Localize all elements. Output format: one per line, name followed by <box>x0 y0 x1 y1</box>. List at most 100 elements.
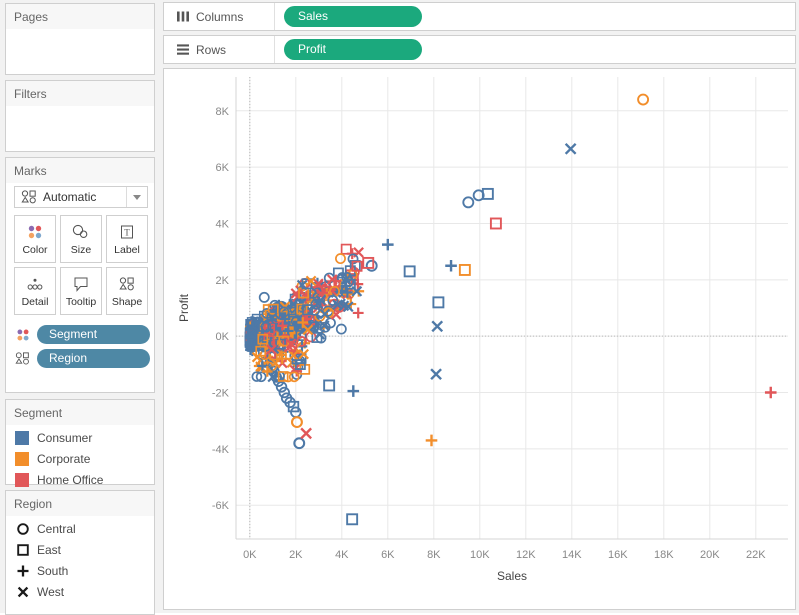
pages-card[interactable]: Pages <box>5 3 155 75</box>
shape-button[interactable]: Shape <box>106 267 148 315</box>
legend-item-home-office[interactable]: Home Office <box>15 469 154 490</box>
segment-legend-card: Segment Consumer Corporate Home Office <box>5 399 155 485</box>
detail-button[interactable]: Detail <box>14 267 56 315</box>
scatter-mark[interactable] <box>348 385 360 397</box>
shelf-divider <box>274 3 275 30</box>
scatter-plot[interactable]: 8K6K4K2K0K-2K-4K-6K0K2K4K6K8K10K12K14K16… <box>164 69 795 609</box>
size-button-label: Size <box>71 245 91 256</box>
svg-text:4K: 4K <box>335 549 349 561</box>
legend-item-label: Corporate <box>37 452 90 466</box>
marks-card-title: Marks <box>6 158 154 183</box>
scatter-mark[interactable] <box>342 245 351 254</box>
svg-text:18K: 18K <box>654 549 674 561</box>
pill-sales[interactable]: Sales <box>284 6 422 27</box>
shape-icon <box>14 350 32 368</box>
legend-item-south[interactable]: South <box>15 560 154 581</box>
svg-text:Profit: Profit <box>177 293 191 322</box>
color-icon <box>14 326 32 344</box>
svg-text:Sales: Sales <box>497 569 527 583</box>
svg-text:14K: 14K <box>562 549 582 561</box>
scatter-mark[interactable] <box>260 293 269 302</box>
chevron-down-icon[interactable] <box>126 187 147 207</box>
pill-profit[interactable]: Profit <box>284 39 422 60</box>
chart-viewport[interactable]: 8K6K4K2K0K-2K-4K-6K0K2K4K6K8K10K12K14K16… <box>163 68 796 610</box>
scatter-mark[interactable] <box>405 266 415 276</box>
scatter-mark[interactable] <box>290 372 299 381</box>
scatter-mark[interactable] <box>347 514 357 524</box>
size-button[interactable]: Size <box>60 215 102 263</box>
svg-text:0K: 0K <box>216 331 230 343</box>
scatter-mark[interactable] <box>566 144 576 154</box>
legend-item-consumer[interactable]: Consumer <box>15 427 154 448</box>
region-legend-card: Region Central East <box>5 490 155 615</box>
marks-pill-region-label[interactable]: Region <box>37 349 150 368</box>
mark-type-label: Automatic <box>39 190 126 204</box>
legend-item-label: South <box>37 564 68 578</box>
shape-icon <box>119 274 136 294</box>
columns-shelf-label: Columns <box>196 10 274 24</box>
marks-buttons: Color Size <box>14 215 148 319</box>
svg-text:4K: 4K <box>216 218 230 230</box>
tableau-worksheet: Pages Filters Marks Automatic <box>0 0 799 613</box>
marks-card: Marks Automatic <box>5 157 155 393</box>
scatter-mark[interactable] <box>765 387 777 399</box>
filters-card[interactable]: Filters <box>5 80 155 152</box>
region-legend-title: Region <box>6 491 154 516</box>
segment-legend-title: Segment <box>6 400 154 425</box>
scatter-mark[interactable] <box>431 369 441 379</box>
svg-text:-4K: -4K <box>212 444 230 456</box>
label-button-label: Label <box>114 245 140 256</box>
marks-pill-segment-label[interactable]: Segment <box>37 325 150 344</box>
square-shape-icon <box>15 542 31 558</box>
marks-pill-segment[interactable]: Segment <box>14 325 150 344</box>
marks-pill-region[interactable]: Region <box>14 349 150 368</box>
circle-shape-icon <box>15 521 31 537</box>
scatter-mark[interactable] <box>336 254 345 263</box>
rows-shelf[interactable]: Rows Profit <box>163 35 796 64</box>
svg-text:12K: 12K <box>516 549 536 561</box>
scatter-mark[interactable] <box>382 239 394 251</box>
rows-icon <box>170 43 196 56</box>
scatter-mark[interactable] <box>460 265 470 275</box>
svg-text:T: T <box>124 228 130 238</box>
scatter-mark[interactable] <box>463 197 473 207</box>
legend-item-label: Home Office <box>37 473 103 487</box>
scatter-mark[interactable] <box>353 308 364 319</box>
legend-item-west[interactable]: West <box>15 581 154 602</box>
svg-text:6K: 6K <box>216 162 230 174</box>
columns-shelf[interactable]: Columns Sales <box>163 2 796 31</box>
legend-item-corporate[interactable]: Corporate <box>15 448 154 469</box>
legend-item-central[interactable]: Central <box>15 518 154 539</box>
scatter-mark[interactable] <box>367 261 377 271</box>
marks-pill-list: Segment Region <box>14 325 150 373</box>
scatter-mark[interactable] <box>638 95 648 105</box>
scatter-mark[interactable] <box>292 417 302 427</box>
legend-item-east[interactable]: East <box>15 539 154 560</box>
scatter-mark[interactable] <box>324 380 334 390</box>
scatter-mark[interactable] <box>301 428 311 438</box>
tooltip-icon <box>72 274 90 294</box>
color-button[interactable]: Color <box>14 215 56 263</box>
color-swatch <box>15 431 29 445</box>
label-icon: T <box>118 222 136 242</box>
svg-text:2K: 2K <box>216 275 230 287</box>
scatter-mark[interactable] <box>445 260 457 272</box>
label-button[interactable]: T Label <box>106 215 148 263</box>
region-legend-items: Central East South <box>6 516 154 602</box>
svg-text:22K: 22K <box>746 549 766 561</box>
size-icon <box>71 222 91 242</box>
tooltip-button[interactable]: Tooltip <box>60 267 102 315</box>
legend-item-label: West <box>37 585 64 599</box>
svg-text:10K: 10K <box>470 549 490 561</box>
scatter-mark[interactable] <box>433 297 443 307</box>
scatter-mark[interactable] <box>426 435 438 447</box>
svg-text:16K: 16K <box>608 549 628 561</box>
mark-type-selector[interactable]: Automatic <box>14 186 148 208</box>
legend-item-label: East <box>37 543 61 557</box>
svg-text:20K: 20K <box>700 549 720 561</box>
left-panel: Pages Filters Marks Automatic <box>0 0 160 613</box>
color-swatch <box>15 473 29 487</box>
main-panel: Columns Sales Rows Profit 8K6K4K2K0K-2K-… <box>160 0 799 613</box>
columns-icon <box>170 10 196 23</box>
cross-shape-icon <box>15 584 31 600</box>
